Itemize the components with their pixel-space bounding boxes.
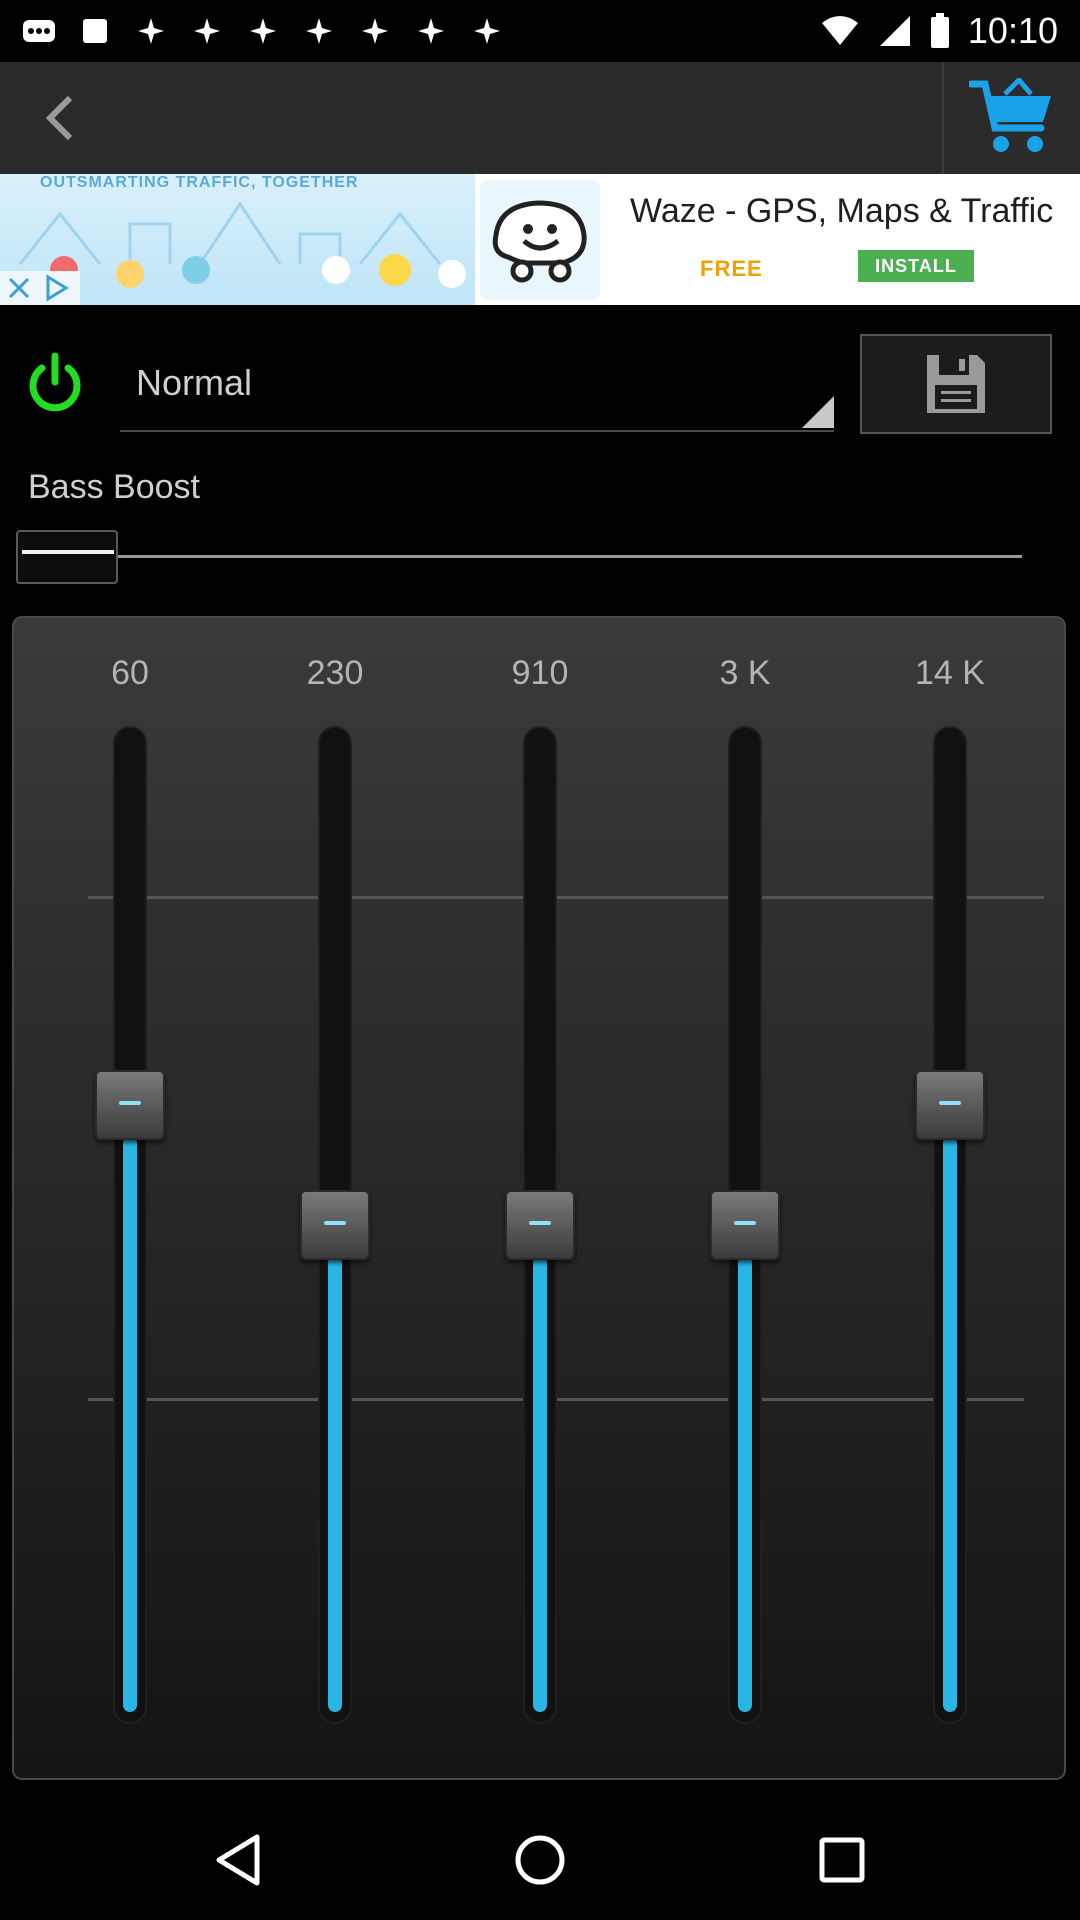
cart-button[interactable] [944, 62, 1080, 174]
band-slider-thumb-4[interactable] [915, 1070, 985, 1141]
app-bar [0, 62, 1080, 174]
band-slider-thumb-2[interactable] [505, 1190, 575, 1260]
thumb-grip-icon [324, 1221, 346, 1225]
bass-boost-thumb[interactable] [16, 530, 118, 584]
adchoices-icon[interactable] [42, 274, 70, 302]
image-icon [78, 14, 112, 48]
shopping-cart-icon [969, 78, 1051, 152]
status-right: 10:10 [820, 10, 1058, 52]
close-icon[interactable] [6, 275, 32, 301]
battery-icon [930, 13, 949, 48]
square-recents-icon [819, 1837, 865, 1883]
power-icon [29, 352, 81, 412]
ad-title[interactable]: Waze - GPS, Maps & Traffic [630, 192, 1053, 231]
band-slider-fill-2 [533, 1256, 547, 1712]
equalizer-panel: 60 230 910 3 K 14 K [12, 616, 1066, 1780]
band-slider-fill-1 [328, 1256, 342, 1712]
thumb-grip-icon [529, 1221, 551, 1225]
band-slider-fill-3 [738, 1256, 752, 1712]
band-slider-fill-4 [943, 1136, 957, 1712]
thumb-grip-icon [734, 1221, 756, 1225]
more-icon [22, 14, 56, 48]
pinwheel-icon [358, 14, 392, 48]
pinwheel-icon [302, 14, 336, 48]
ad-banner[interactable]: OUTSMARTING TRAFFIC, TOGETHER Waze - GPS… [0, 174, 1080, 305]
pinwheel-icon [414, 14, 448, 48]
navigation-bar [0, 1800, 1080, 1920]
band-slider-fill-0 [123, 1136, 137, 1712]
wifi-icon [821, 16, 858, 45]
thumb-grip-icon [939, 1101, 961, 1106]
signal-icon [879, 16, 910, 46]
ad-free-label: FREE [700, 256, 763, 281]
circle-home-icon [515, 1835, 565, 1885]
ad-close[interactable] [0, 271, 80, 305]
notification-icons [22, 14, 504, 48]
back-button[interactable] [0, 62, 120, 174]
pinwheel-icon [134, 14, 168, 48]
dropdown-caret-icon [802, 396, 834, 428]
pinwheel-icon [470, 14, 504, 48]
grid-line-upper [88, 896, 1044, 899]
waze-logo-icon [480, 180, 600, 300]
chevron-left-icon [45, 95, 73, 141]
clock: 10:10 [967, 10, 1058, 51]
triangle-back-icon [216, 1834, 260, 1886]
save-preset-button[interactable] [860, 334, 1052, 434]
nav-home-button[interactable] [480, 1820, 600, 1900]
pinwheel-icon [246, 14, 280, 48]
pinwheel-icon [190, 14, 224, 48]
preset-dropdown[interactable]: Normal [120, 350, 834, 432]
power-button[interactable] [22, 350, 88, 416]
band-label-1: 230 [306, 654, 364, 692]
nav-recents-button[interactable] [782, 1820, 902, 1900]
band-slider-thumb-3[interactable] [710, 1190, 780, 1260]
band-slider-thumb-0[interactable] [95, 1070, 165, 1141]
bass-boost-thumb-line [22, 550, 114, 554]
floppy-disk-icon [927, 355, 985, 413]
bass-boost-track[interactable] [18, 555, 1022, 558]
band-label-0: 60 [111, 654, 149, 692]
nav-back-button[interactable] [178, 1820, 298, 1900]
bass-boost-label: Bass Boost [28, 468, 200, 506]
band-label-3: 3 K [719, 654, 771, 692]
band-label-4: 14 K [915, 654, 985, 692]
ad-install-button[interactable]: INSTALL [858, 250, 974, 282]
preset-selected: Normal [136, 362, 253, 403]
band-label-2: 910 [511, 654, 569, 692]
thumb-grip-icon [119, 1101, 141, 1106]
band-slider-thumb-1[interactable] [300, 1190, 370, 1260]
status-bar: 10:10 [0, 0, 1080, 62]
